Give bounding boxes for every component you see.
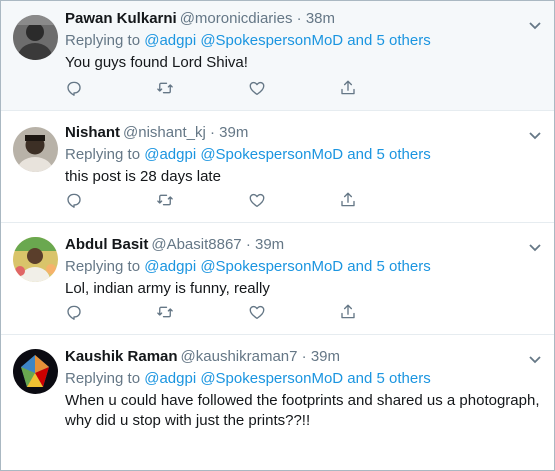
share-icon[interactable]	[339, 303, 359, 323]
like-icon[interactable]	[248, 303, 268, 323]
replying-to: Replying to @adgpi @SpokespersonMoD and …	[65, 257, 544, 277]
tweet-header: Abdul Basit @Abasit8867 · 39m	[65, 235, 544, 255]
retweet-icon[interactable]	[156, 303, 176, 323]
reply-icon[interactable]	[65, 191, 85, 211]
tweet-header: Pawan Kulkarni @moronicdiaries · 38m	[65, 9, 544, 29]
replying-to: Replying to @adgpi @SpokespersonMoD and …	[65, 145, 544, 165]
replying-to-label: Replying to	[65, 146, 141, 163]
share-icon[interactable]	[339, 79, 359, 99]
tweet-header: Nishant @nishant_kj · 39m	[65, 123, 544, 143]
avatar[interactable]	[13, 127, 58, 172]
tweet[interactable]: Pawan Kulkarni @moronicdiaries · 38m Repl…	[1, 1, 554, 111]
replying-to: Replying to @adgpi @SpokespersonMoD and …	[65, 31, 544, 51]
separator: ·	[301, 348, 307, 365]
replying-to: Replying to @adgpi @SpokespersonMoD and …	[65, 369, 544, 389]
others-link[interactable]: and 5 others	[347, 32, 430, 49]
tweet-text: You guys found Lord Shiva!	[65, 54, 248, 71]
mention-link[interactable]: @adgpi	[144, 32, 196, 49]
reply-icon[interactable]	[65, 303, 85, 323]
timestamp[interactable]: 39m	[219, 124, 248, 141]
display-name[interactable]: Abdul Basit	[65, 236, 148, 253]
timestamp[interactable]: 39m	[311, 348, 340, 365]
retweet-icon[interactable]	[156, 191, 176, 211]
tweet-text: this post is 28 days late	[65, 168, 221, 185]
separator: ·	[245, 236, 251, 253]
share-icon[interactable]	[339, 191, 359, 211]
avatar[interactable]	[13, 237, 58, 282]
reply-icon[interactable]	[65, 79, 85, 99]
display-name[interactable]: Kaushik Raman	[65, 348, 178, 365]
display-name[interactable]: Nishant	[65, 124, 120, 141]
replying-to-label: Replying to	[65, 370, 141, 387]
mention-link[interactable]: @SpokespersonMoD	[200, 258, 343, 275]
timestamp[interactable]: 39m	[255, 236, 284, 253]
tweet-header: Kaushik Raman @kaushikraman7 · 39m	[65, 347, 544, 367]
others-link[interactable]: and 5 others	[347, 258, 430, 275]
replying-to-label: Replying to	[65, 258, 141, 275]
like-icon[interactable]	[248, 191, 268, 211]
separator: ·	[296, 10, 302, 27]
mention-link[interactable]: @SpokespersonMoD	[200, 370, 343, 387]
like-icon[interactable]	[248, 79, 268, 99]
tweet[interactable]: Abdul Basit @Abasit8867 · 39m Replying to…	[1, 223, 554, 335]
mention-link[interactable]: @SpokespersonMoD	[200, 32, 343, 49]
tweet[interactable]: Kaushik Raman @kaushikraman7 · 39m Replyi…	[1, 335, 554, 470]
avatar[interactable]	[13, 349, 58, 394]
mention-link[interactable]: @adgpi	[144, 146, 196, 163]
retweet-icon[interactable]	[156, 79, 176, 99]
username[interactable]: @moronicdiaries	[180, 10, 293, 27]
display-name[interactable]: Pawan Kulkarni	[65, 10, 177, 27]
tweet-text: Lol, indian army is funny, really	[65, 280, 270, 297]
avatar[interactable]	[13, 15, 58, 60]
separator: ·	[209, 124, 215, 141]
username[interactable]: @nishant_kj	[123, 124, 206, 141]
mention-link[interactable]: @adgpi	[144, 370, 196, 387]
replying-to-label: Replying to	[65, 32, 141, 49]
mention-link[interactable]: @SpokespersonMoD	[200, 146, 343, 163]
others-link[interactable]: and 5 others	[347, 146, 430, 163]
tweet[interactable]: Nishant @nishant_kj · 39m Replying to @ad…	[1, 111, 554, 223]
mention-link[interactable]: @adgpi	[144, 258, 196, 275]
username[interactable]: @kaushikraman7	[181, 348, 298, 365]
others-link[interactable]: and 5 others	[347, 370, 430, 387]
reply-timeline: Pawan Kulkarni @moronicdiaries · 38m Repl…	[0, 0, 555, 471]
username[interactable]: @Abasit8867	[151, 236, 241, 253]
tweet-text: When u could have followed the footprint…	[65, 392, 540, 429]
timestamp[interactable]: 38m	[306, 10, 335, 27]
